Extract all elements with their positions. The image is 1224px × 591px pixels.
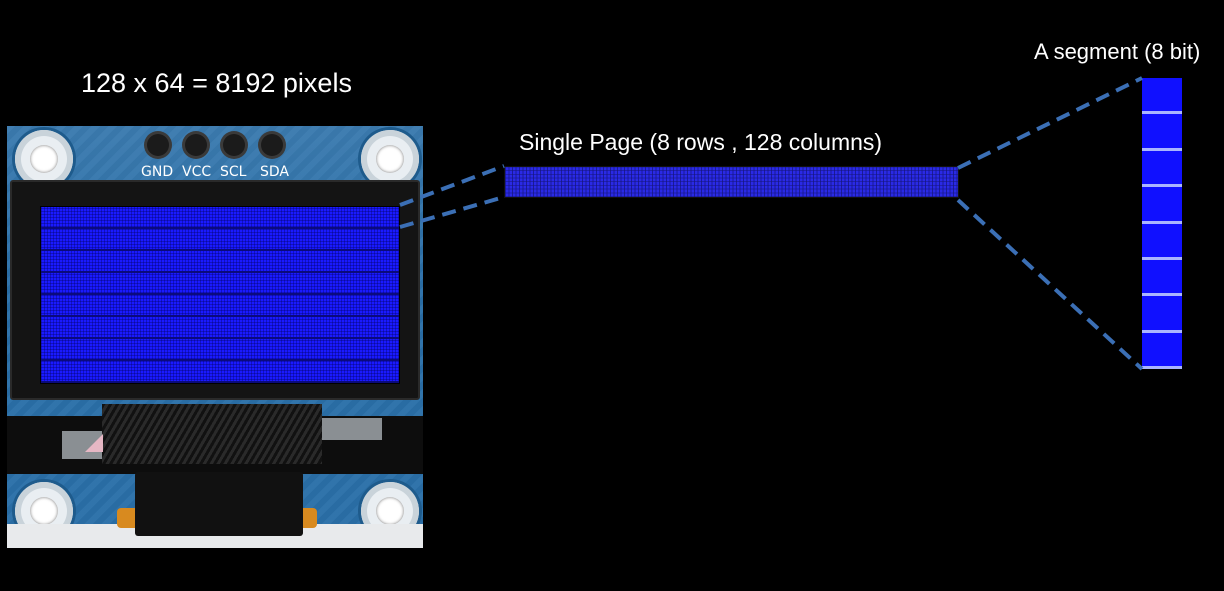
connector-display-to-page-bottom: [399, 195, 505, 229]
connector-display-to-page-top: [399, 164, 505, 207]
zoom-connectors: [399, 76, 1144, 371]
connector-page-to-segment-top: [957, 76, 1143, 170]
connector-page-to-segment-bottom: [956, 198, 1144, 371]
